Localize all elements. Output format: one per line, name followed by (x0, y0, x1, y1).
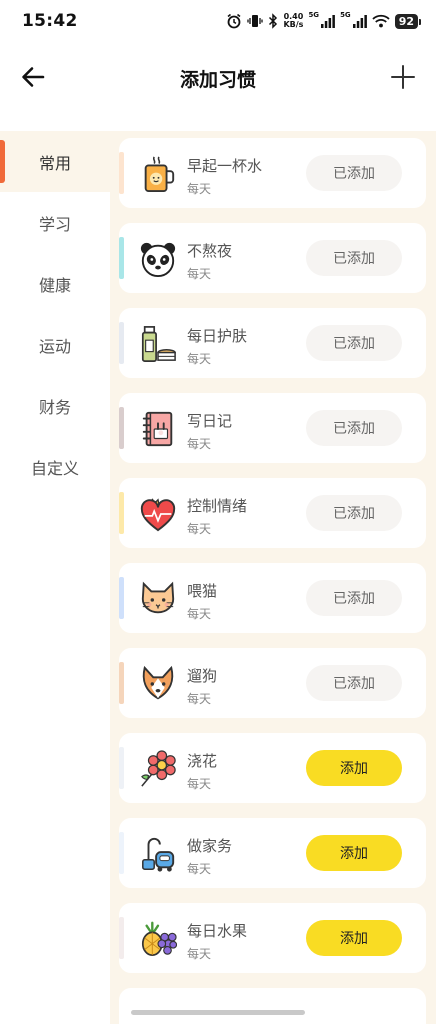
sidebar-item-common[interactable]: 常用 (0, 131, 110, 192)
added-button[interactable]: 已添加 (306, 665, 402, 701)
network-speed: 0.40 KB/s (283, 12, 304, 29)
card-accent (119, 662, 124, 704)
habit-frequency: 每天 (187, 777, 212, 791)
habit-card: 做家务 每天 添加 (119, 818, 426, 888)
added-button[interactable]: 已添加 (306, 580, 402, 616)
habit-card: 早起一杯水 每天 已添加 (119, 138, 426, 208)
wifi-icon (372, 14, 390, 28)
habit-frequency: 每天 (187, 182, 212, 196)
habit-name: 每日水果 (187, 922, 248, 940)
network-type-1: 5G (308, 11, 320, 19)
habit-name: 做家务 (187, 837, 233, 855)
fruit-icon (141, 921, 177, 957)
habit-frequency: 每天 (187, 352, 212, 366)
sidebar-item-custom[interactable]: 自定义 (0, 436, 110, 497)
habit-list: 早起一杯水 每天 已添加 不熬夜 每天 已添加 每日护肤 每天 已添加 写日记 … (110, 131, 436, 1024)
card-accent (119, 152, 124, 194)
habit-name: 不熬夜 (187, 242, 233, 260)
card-accent (119, 492, 124, 534)
add-button[interactable]: 添加 (306, 920, 402, 956)
status-icons: 0.40 KB/s 5G 5G 92 (226, 10, 422, 32)
panda-icon (140, 242, 176, 278)
habit-card: 控制情绪 每天 已添加 (119, 478, 426, 548)
signal-icon (321, 15, 335, 28)
habit-name: 控制情绪 (187, 497, 248, 515)
add-button[interactable]: 添加 (306, 835, 402, 871)
habit-name: 早起一杯水 (187, 157, 263, 175)
card-accent (119, 322, 124, 364)
added-button[interactable]: 已添加 (306, 155, 402, 191)
habit-frequency: 每天 (187, 607, 212, 621)
heart-icon (140, 498, 176, 532)
page-title: 添加习惯 (179, 69, 256, 91)
added-button[interactable]: 已添加 (306, 495, 402, 531)
vacuum-icon (142, 837, 175, 872)
sidebar-item-finance[interactable]: 财务 (0, 375, 110, 436)
card-accent (119, 832, 124, 874)
card-accent (119, 577, 124, 619)
habit-frequency: 每天 (187, 267, 212, 281)
diary-icon (142, 411, 173, 447)
habit-card: 遛狗 每天 已添加 (119, 648, 426, 718)
card-accent (119, 407, 124, 449)
habit-card: 喂猫 每天 已添加 (119, 563, 426, 633)
signal-icon-2 (352, 15, 367, 28)
flower-icon (141, 750, 176, 787)
dog-icon (142, 665, 174, 700)
habit-card: 每日护肤 每天 已添加 (119, 308, 426, 378)
bluetooth-icon (269, 13, 278, 29)
card-accent (119, 237, 124, 279)
habit-name: 写日记 (187, 412, 233, 430)
habit-frequency: 每天 (187, 437, 212, 451)
alarm-icon (227, 13, 241, 29)
vibrate-icon (247, 15, 264, 27)
habit-frequency: 每天 (187, 947, 212, 961)
habit-frequency: 每天 (187, 692, 212, 706)
habit-name: 浇花 (187, 752, 218, 770)
added-button[interactable]: 已添加 (306, 325, 402, 361)
category-sidebar: 常用 学习 健康 运动 财务 自定义 (0, 131, 110, 1024)
habit-name: 遛狗 (187, 667, 218, 685)
home-indicator[interactable] (131, 1010, 305, 1015)
sidebar-item-sport[interactable]: 运动 (0, 314, 110, 375)
cat-icon (141, 581, 175, 614)
battery-indicator: 92 (394, 13, 422, 29)
card-accent (119, 747, 124, 789)
added-button[interactable]: 已添加 (306, 240, 402, 276)
habit-card (119, 988, 426, 1024)
added-button[interactable]: 已添加 (306, 410, 402, 446)
card-accent (119, 917, 124, 959)
habit-frequency: 每天 (187, 522, 212, 536)
add-icon[interactable] (390, 64, 416, 90)
habit-card: 不熬夜 每天 已添加 (119, 223, 426, 293)
habit-name: 每日护肤 (187, 327, 248, 345)
habit-card: 浇花 每天 添加 (119, 733, 426, 803)
sidebar-item-study[interactable]: 学习 (0, 192, 110, 253)
status-bar: 15:42 0.40 KB/s 5G 5G 92 (0, 0, 436, 44)
sidebar-item-health[interactable]: 健康 (0, 253, 110, 314)
status-time: 15:42 (22, 11, 78, 31)
network-type-2: 5G (340, 11, 351, 19)
habit-frequency: 每天 (187, 862, 212, 876)
habit-card: 每日水果 每天 添加 (119, 903, 426, 973)
add-button[interactable]: 添加 (306, 750, 402, 786)
habit-name: 喂猫 (187, 582, 218, 600)
skincare-icon (141, 326, 176, 362)
cup-icon (144, 156, 175, 193)
app-header: 添加习惯 (0, 52, 436, 104)
habit-card: 写日记 每天 已添加 (119, 393, 426, 463)
